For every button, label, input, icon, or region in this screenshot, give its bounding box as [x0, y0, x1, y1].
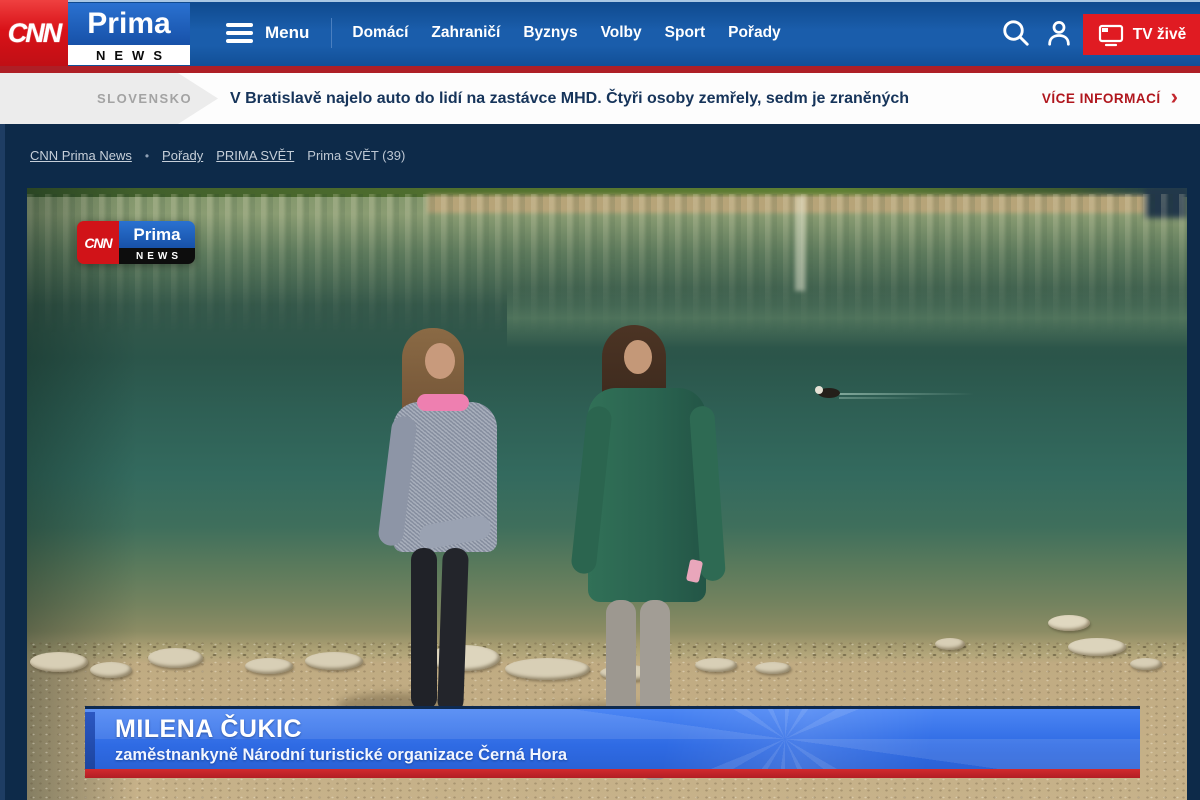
- nav-item-domaci[interactable]: Domácí: [352, 24, 408, 42]
- more-info-link[interactable]: VÍCE INFORMACÍ ›: [1042, 73, 1178, 124]
- watermark-prima-text: Prima: [133, 225, 180, 245]
- nav-item-volby[interactable]: Volby: [601, 24, 642, 42]
- stone: [305, 652, 363, 670]
- breadcrumb-home-link[interactable]: CNN Prima News: [30, 148, 132, 163]
- stone: [30, 652, 88, 672]
- duck-head: [815, 386, 823, 394]
- stone: [1130, 658, 1162, 670]
- breadcrumb-prima-svet-link[interactable]: PRIMA SVĚT: [216, 148, 294, 163]
- stone: [695, 658, 737, 672]
- chevron-right-icon: ›: [1171, 86, 1178, 108]
- breadcrumb-porady-link[interactable]: Pořady: [162, 148, 203, 163]
- nav-divider: [331, 18, 332, 48]
- prima-logo-text: Prima: [87, 7, 170, 41]
- stone: [148, 648, 203, 668]
- nav-item-zahranici[interactable]: Zahraničí: [431, 24, 500, 42]
- page-left-edge: [0, 124, 5, 800]
- breaking-news-bar: SLOVENSKO V Bratislavě najelo auto do li…: [0, 73, 1200, 124]
- breadcrumb: CNN Prima News • Pořady PRIMA SVĚT Prima…: [30, 148, 405, 163]
- tv-live-label: TV živě: [1133, 26, 1186, 44]
- site-header: CNN Prima NEWS Menu Domácí Zahraničí Byz…: [0, 0, 1200, 66]
- lower-third-banner: MILENA ČUKIC zaměstnankyně Národní turis…: [85, 706, 1140, 778]
- duck-wake: [839, 397, 924, 399]
- stone: [755, 662, 791, 674]
- speaker-name: MILENA ČUKIC: [115, 715, 567, 744]
- tv-live-button[interactable]: TV živě: [1083, 14, 1200, 55]
- header-red-divider: [0, 66, 1200, 73]
- watermark-prima-block: Prima: [119, 221, 195, 248]
- watermark-news-text: NEWS: [136, 251, 182, 262]
- nav-item-sport[interactable]: Sport: [665, 24, 705, 42]
- more-info-label: VÍCE INFORMACÍ: [1042, 91, 1161, 106]
- duck-wake: [839, 393, 974, 395]
- breaking-tag-arrow: SLOVENSKO: [0, 73, 218, 124]
- person-left-face: [425, 343, 455, 379]
- watermark-cnn-block: CNN: [77, 221, 119, 264]
- tv-icon: [1097, 22, 1125, 48]
- breaking-headline[interactable]: V Bratislavě najelo auto do lidí na zast…: [230, 73, 909, 124]
- person-left-collar: [417, 394, 469, 411]
- search-icon: [1001, 18, 1031, 48]
- stone: [505, 658, 590, 680]
- cnn-logo-text: CNN: [8, 18, 61, 49]
- menu-label: Menu: [265, 23, 309, 43]
- nav-item-byznys[interactable]: Byznys: [523, 24, 577, 42]
- site-logo[interactable]: CNN Prima NEWS: [0, 0, 190, 66]
- lower-third-text: MILENA ČUKIC zaměstnankyně Národní turis…: [115, 715, 567, 765]
- light-reflection-column: [795, 196, 805, 291]
- stone: [935, 638, 965, 650]
- user-icon: [1044, 18, 1074, 48]
- speaker-role: zaměstnankyně Národní turistické organiz…: [115, 746, 567, 765]
- watermark-cnn-text: CNN: [84, 235, 111, 251]
- hamburger-icon: [226, 23, 253, 43]
- user-account-button[interactable]: [1044, 18, 1074, 53]
- cnn-logo-block: CNN: [0, 0, 68, 66]
- stone: [245, 658, 293, 674]
- stone: [1068, 638, 1126, 656]
- search-button[interactable]: [1001, 18, 1031, 53]
- top-navigation: Menu Domácí Zahraničí Byznys Volby Sport…: [226, 0, 781, 66]
- lower-third-left-edge: [85, 712, 95, 769]
- channel-watermark: CNN Prima NEWS: [77, 221, 195, 264]
- breadcrumb-separator: •: [145, 149, 149, 163]
- watermark-news-block: NEWS: [119, 248, 195, 264]
- video-player[interactable]: CNN Prima NEWS MILENA ČUKIC zaměstnankyn…: [27, 188, 1187, 800]
- breaking-tag-label: SLOVENSKO: [97, 91, 192, 106]
- lower-third-body: MILENA ČUKIC zaměstnankyně Národní turis…: [85, 709, 1140, 769]
- stone: [1048, 615, 1090, 631]
- news-logo-block: NEWS: [68, 45, 190, 65]
- breadcrumb-current-page: Prima SVĚT (39): [307, 148, 405, 163]
- menu-button[interactable]: Menu: [226, 23, 309, 43]
- nav-item-porady[interactable]: Pořady: [728, 24, 781, 42]
- lower-third-red-strip: [85, 769, 1140, 778]
- stone: [90, 662, 132, 678]
- news-logo-text: NEWS: [96, 48, 171, 63]
- nav-items: Domácí Zahraničí Byznys Volby Sport Pořa…: [352, 24, 780, 42]
- prima-logo-block: Prima: [68, 3, 190, 45]
- person-left-leg: [411, 548, 437, 710]
- person-right-face: [624, 340, 652, 374]
